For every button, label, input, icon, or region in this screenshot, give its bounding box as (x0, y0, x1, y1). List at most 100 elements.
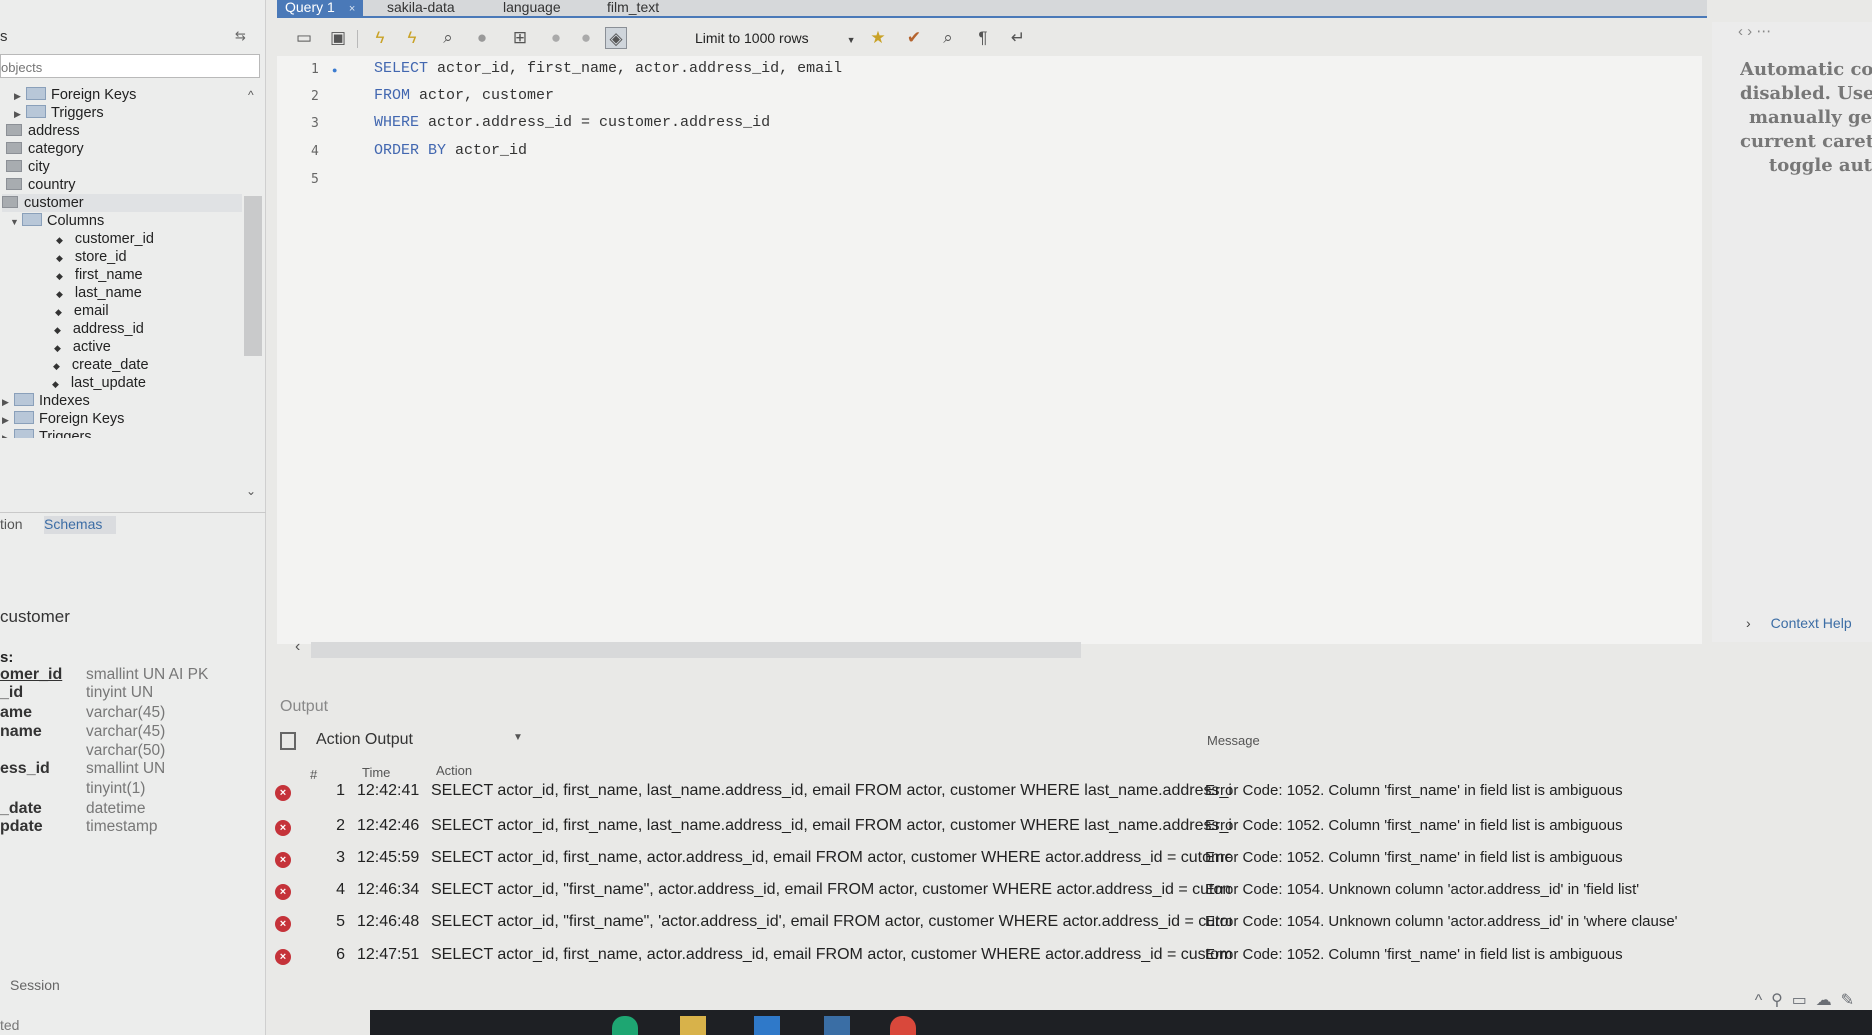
schema-tree: ▶ Foreign Keys ▶ Triggers address category… (0, 86, 262, 512)
tab-administration[interactable]: tion (0, 516, 23, 532)
stop-icon[interactable]: ● (471, 27, 493, 49)
info-object-title: customer (0, 607, 70, 626)
tree-item-table-customer[interactable]: customer (2, 194, 242, 212)
expand-arrow-icon[interactable]: ▶ (2, 429, 14, 438)
help-nav-arrows-icon[interactable]: ‹ › ⋯ (1738, 22, 1771, 40)
output-row[interactable]: × 6 12:47:51 SELECT actor_id, first_name,… (275, 946, 1872, 972)
output-row[interactable]: × 3 12:45:59 SELECT actor_id, first_name,… (275, 849, 1872, 875)
save-icon[interactable]: ▣ (327, 27, 349, 49)
column-diamond-icon: ◆ (56, 289, 63, 299)
chevron-down-icon[interactable]: ▼ (513, 732, 523, 743)
expand-arrow-icon[interactable]: ▶ (14, 105, 26, 123)
code-line[interactable]: FROM actor, customer (374, 87, 554, 104)
line-number: 5 (311, 172, 319, 187)
chevron-down-icon: ▼ (846, 35, 856, 45)
mysql-workbench-icon[interactable] (824, 1016, 850, 1035)
session-tab[interactable]: Session (10, 977, 60, 993)
tree-item-column[interactable]: ◆ last_update (52, 374, 146, 392)
scrollbar-thumb[interactable] (311, 642, 1081, 658)
output-row[interactable]: × 4 12:46:34 SELECT actor_id, "first_name… (275, 881, 1872, 907)
store-icon[interactable] (754, 1016, 780, 1035)
rollback-icon[interactable]: ● (575, 27, 597, 49)
line-number: 3 (311, 116, 319, 131)
tree-item-column[interactable]: ◆ store_id (56, 248, 127, 266)
code-line[interactable]: SELECT actor_id, first_name, actor.addre… (374, 60, 842, 77)
file-explorer-icon[interactable] (680, 1016, 706, 1035)
output-row[interactable]: × 1 12:42:41 SELECT actor_id, first_name,… (275, 782, 1872, 808)
error-circle-icon: × (275, 820, 291, 836)
scroll-up-icon[interactable]: ^ (248, 88, 254, 102)
autocommit-toggle-icon[interactable]: ◈ (605, 27, 627, 49)
output-row[interactable]: × 2 12:42:46 SELECT actor_id, first_name,… (275, 817, 1872, 843)
filter-objects-input[interactable] (0, 54, 260, 78)
tree-item-column[interactable]: ◆ active (54, 338, 111, 356)
editor-horizontal-scrollbar[interactable]: ‹ (295, 638, 1685, 660)
tab-query-1[interactable]: Query 1 × (277, 0, 364, 16)
chrome-icon[interactable] (890, 1016, 916, 1035)
expand-arrow-icon[interactable]: ▶ (14, 87, 26, 105)
system-tray-icons[interactable]: ^ ⚲ ▭ ☁ ✎ (1755, 990, 1854, 1010)
code-line[interactable]: ORDER BY actor_id (374, 142, 527, 159)
commit-icon[interactable]: ● (545, 27, 567, 49)
output-row[interactable]: × 5 12:46:48 SELECT actor_id, "first_name… (275, 913, 1872, 939)
output-type-select[interactable]: Action Output (316, 731, 413, 749)
toggle-errors-icon[interactable]: ⊞ (509, 27, 531, 49)
tree-item-columns[interactable]: ▼ Columns (10, 212, 104, 230)
tab-language[interactable]: language (503, 0, 561, 16)
table-icon (6, 142, 22, 154)
execute-lightning-icon[interactable]: ϟ (369, 27, 391, 49)
invisible-chars-icon[interactable]: ¶ (972, 27, 994, 49)
sql-editor[interactable]: 1 ● SELECT actor_id, first_name, actor.a… (277, 56, 1702, 658)
tree-item-column[interactable]: ◆ customer_id (56, 230, 154, 248)
tab-schemas[interactable]: Schemas (44, 516, 117, 534)
tree-item-column[interactable]: ◆ create_date (53, 356, 149, 374)
line-number: 1 (311, 62, 319, 77)
tree-item-column[interactable]: ◆ email (55, 302, 109, 320)
execute-current-icon[interactable]: ϟ (401, 27, 423, 49)
navigator-tabs: tion Schemas (0, 512, 266, 534)
tree-item-triggers[interactable]: ▶ Triggers (14, 104, 104, 122)
expand-arrow-icon[interactable]: ▶ (2, 393, 14, 411)
find-magnifier-icon[interactable]: ⌕ (937, 27, 959, 49)
tree-item-foreign-keys[interactable]: ▶ Foreign Keys (14, 86, 136, 104)
word-wrap-icon[interactable]: ↵ (1007, 27, 1029, 49)
tree-item-column[interactable]: ◆ address_id (54, 320, 144, 338)
info-columns-label: s: (0, 649, 14, 666)
navigator-title: s (0, 28, 8, 45)
tree-item-column[interactable]: ◆ last_name (56, 284, 142, 302)
table-icon (6, 124, 22, 136)
expand-arrow-icon[interactable]: ▶ (2, 411, 14, 429)
column-diamond-icon: ◆ (54, 325, 61, 335)
beautify-brush-icon[interactable]: ✔ (903, 27, 925, 49)
tree-item-table-country[interactable]: country (6, 176, 76, 194)
tree-item-table-address[interactable]: address (6, 122, 80, 140)
tab-close-icon[interactable]: × (349, 3, 355, 15)
collapse-arrow-icon[interactable]: ▼ (10, 213, 22, 231)
scroll-down-icon[interactable]: ⌄ (246, 484, 256, 498)
tree-item-triggers[interactable]: ▶ Triggers (2, 428, 92, 438)
tree-item-table-city[interactable]: city (6, 158, 50, 176)
open-file-icon[interactable]: ▭ (293, 27, 315, 49)
error-circle-icon: × (275, 852, 291, 868)
refresh-icon[interactable]: ⇆ (235, 28, 246, 44)
tab-label: Query 1 (285, 0, 335, 15)
scroll-left-icon[interactable]: ‹ (295, 638, 300, 656)
tree-item-table-category[interactable]: category (6, 140, 84, 158)
help-text: Automatic co disabled. Use manually ge c… (1740, 59, 1872, 176)
explain-magnifier-icon[interactable]: ⌕ (437, 27, 459, 49)
add-snippet-star-icon[interactable]: ★ (867, 27, 889, 49)
code-line[interactable]: WHERE actor.address_id = customer.addres… (374, 114, 770, 131)
tree-item-foreign-keys[interactable]: ▶ Foreign Keys (2, 410, 124, 428)
limit-rows-select[interactable]: Limit to 1000 rows ▼ (695, 30, 856, 46)
tab-sakila-data[interactable]: sakila-data (387, 0, 455, 16)
copy-icon[interactable] (280, 732, 296, 750)
navigator-sidebar: s ⇆ ▶Foreign Keys ▶Triggers address cate… (0, 0, 266, 1035)
context-help-tab[interactable]: › Context Help (1746, 615, 1852, 631)
tree-item-column[interactable]: ◆ first_name (56, 266, 143, 284)
tree-scrollbar[interactable] (244, 196, 262, 356)
folder-icon (14, 429, 34, 438)
tab-film-text[interactable]: film_text (607, 0, 659, 16)
app-icon[interactable] (612, 1016, 638, 1035)
tree-item-indexes[interactable]: ▶ Indexes (2, 392, 90, 410)
error-circle-icon: × (275, 916, 291, 932)
